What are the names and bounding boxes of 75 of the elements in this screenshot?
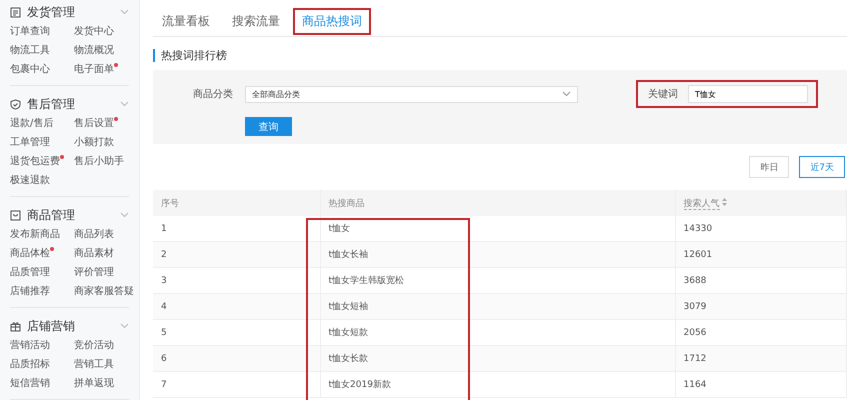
table-cell: 2056	[675, 320, 846, 346]
sidebar-link[interactable]: 发布新商品	[10, 225, 60, 244]
tab[interactable]: 流量看板	[153, 8, 219, 35]
table-cell: t恤女长袖	[320, 242, 675, 268]
sidebar-link[interactable]: 短信营销	[10, 374, 50, 393]
sidebar-link[interactable]: 发货中心	[74, 22, 114, 41]
table-cell: 6	[153, 346, 320, 372]
sidebar-link[interactable]: 包裹中心	[10, 60, 50, 79]
sidebar-link[interactable]: 电子面单	[74, 60, 114, 79]
table-cell: 3	[153, 268, 320, 294]
shield-check-icon	[10, 98, 21, 110]
sidebar-link[interactable]: 商家客服答疑	[74, 282, 134, 301]
sidebar-link[interactable]: 售后设置	[74, 114, 114, 133]
chevron-icon	[562, 91, 571, 97]
sidebar-link[interactable]: 商品列表	[74, 225, 114, 244]
table-cell: 7	[153, 372, 320, 398]
sidebar-link[interactable]: 小额打款	[74, 133, 114, 152]
sidebar-link[interactable]: 店铺推荐	[10, 282, 50, 301]
sidebar-link[interactable]: 售后小助手	[74, 152, 124, 171]
table-cell: 3688	[675, 268, 846, 294]
table-cell: 4	[153, 294, 320, 320]
table-cell: t恤女短袖	[320, 294, 675, 320]
sidebar-link[interactable]: 极速退款	[10, 171, 50, 190]
sidebar-link[interactable]: 物流工具	[10, 41, 50, 60]
table-cell: t恤女长款	[320, 346, 675, 372]
sort-icon[interactable]	[722, 198, 728, 206]
chevron-icon[interactable]	[120, 101, 129, 107]
field-label: 商品分类	[192, 88, 233, 101]
table-cell: t恤女2019新款	[320, 372, 675, 398]
table-cell: t恤女	[320, 216, 675, 242]
sidebar-link[interactable]: 营销活动	[10, 336, 50, 355]
date-range-button[interactable]: 昨日	[749, 156, 790, 178]
chevron-icon[interactable]	[120, 9, 129, 15]
sidebar-link[interactable]: 品质招标	[10, 355, 50, 374]
document-icon	[10, 6, 21, 18]
query-button[interactable]: 查询	[245, 117, 292, 136]
sidebar-link[interactable]: 退款/售后	[10, 114, 54, 133]
sidebar-section-title: 商品管理	[27, 206, 76, 224]
tab[interactable]: 商品热搜词	[293, 8, 371, 35]
sidebar-link[interactable]: 营销工具	[74, 355, 114, 374]
table-cell: 5	[153, 320, 320, 346]
column-header: 热搜商品	[320, 190, 675, 216]
date-range-button[interactable]: 近7天	[799, 156, 845, 178]
sidebar-link[interactable]: 拼单返现	[74, 374, 114, 393]
table-cell: 1712	[675, 346, 846, 372]
table-cell: t恤女短款	[320, 320, 675, 346]
keyword-field[interactable]: T恤女	[688, 85, 808, 103]
table-cell: 1164	[675, 372, 846, 398]
table-cell: 2	[153, 242, 320, 268]
sidebar-section-title: 售后管理	[27, 96, 76, 112]
sidebar-link[interactable]: 物流概况	[74, 41, 114, 60]
column-header: 序号	[153, 190, 320, 216]
field-label: 关键词	[648, 88, 678, 101]
sidebar-link[interactable]: 工单管理	[10, 133, 50, 152]
sidebar-link[interactable]: 商品体检	[10, 244, 50, 263]
sidebar-link[interactable]: 竞价活动	[74, 336, 114, 355]
chevron-icon[interactable]	[120, 323, 129, 329]
sidebar-link[interactable]: 订单查询	[10, 22, 50, 41]
category-select[interactable]: 全部商品分类	[245, 86, 578, 102]
section-title: 热搜词排行榜	[153, 49, 847, 62]
table-cell: 1	[153, 216, 320, 242]
table-cell: 12601	[675, 242, 846, 268]
table-cell: 14330	[675, 216, 846, 242]
table-cell: 3079	[675, 294, 846, 320]
sidebar-link[interactable]: 品质管理	[10, 263, 50, 282]
chevron-icon[interactable]	[120, 212, 129, 218]
gift-icon	[10, 320, 21, 332]
sidebar-link[interactable]: 评价管理	[74, 263, 114, 282]
sidebar-link[interactable]: 退货包运费	[10, 152, 60, 171]
sidebar-link[interactable]: 商品素材	[74, 244, 114, 263]
sidebar-section-title: 发货管理	[27, 4, 76, 20]
box-icon	[10, 210, 21, 220]
tab[interactable]: 搜索流量	[223, 8, 289, 35]
table-cell: t恤女学生韩版宽松	[320, 268, 675, 294]
sidebar-section-title: 店铺营销	[27, 318, 76, 334]
